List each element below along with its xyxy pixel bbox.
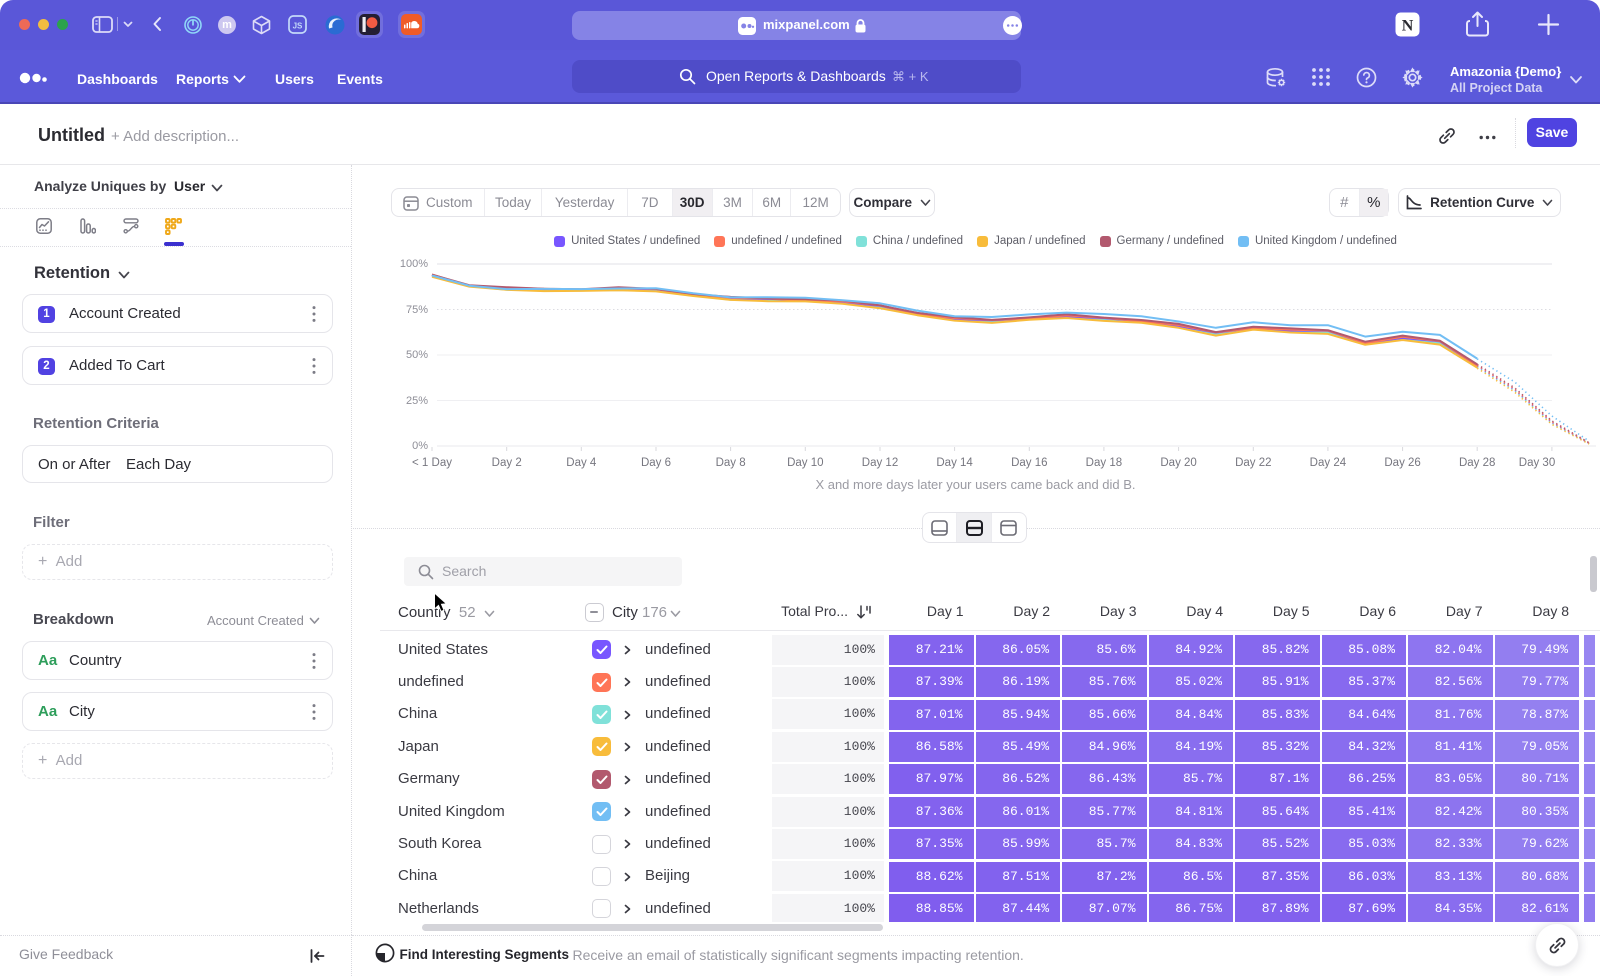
svg-text:Day 6: Day 6 xyxy=(641,457,671,469)
svg-text:N: N xyxy=(1402,18,1414,35)
svg-text:Day 2: Day 2 xyxy=(492,457,522,469)
svg-text:Day 26: Day 26 xyxy=(1384,457,1420,469)
svg-text:Day 14: Day 14 xyxy=(936,457,973,469)
svg-text:Day 18: Day 18 xyxy=(1086,457,1122,469)
svg-text:Day 16: Day 16 xyxy=(1011,457,1047,469)
svg-text:Day 4: Day 4 xyxy=(566,457,597,469)
svg-text:Day 20: Day 20 xyxy=(1160,457,1196,469)
svg-text:Day 30: Day 30 xyxy=(1519,457,1555,469)
svg-text:Day 8: Day 8 xyxy=(716,457,746,469)
svg-text:Day 22: Day 22 xyxy=(1235,457,1271,469)
svg-text:Day 24: Day 24 xyxy=(1310,457,1347,469)
svg-text:Day 28: Day 28 xyxy=(1459,457,1495,469)
svg-text:Day 10: Day 10 xyxy=(787,457,823,469)
svg-text:JS: JS xyxy=(293,22,303,31)
svg-text:Day 12: Day 12 xyxy=(862,457,898,469)
svg-text:< 1 Day: < 1 Day xyxy=(412,457,452,469)
